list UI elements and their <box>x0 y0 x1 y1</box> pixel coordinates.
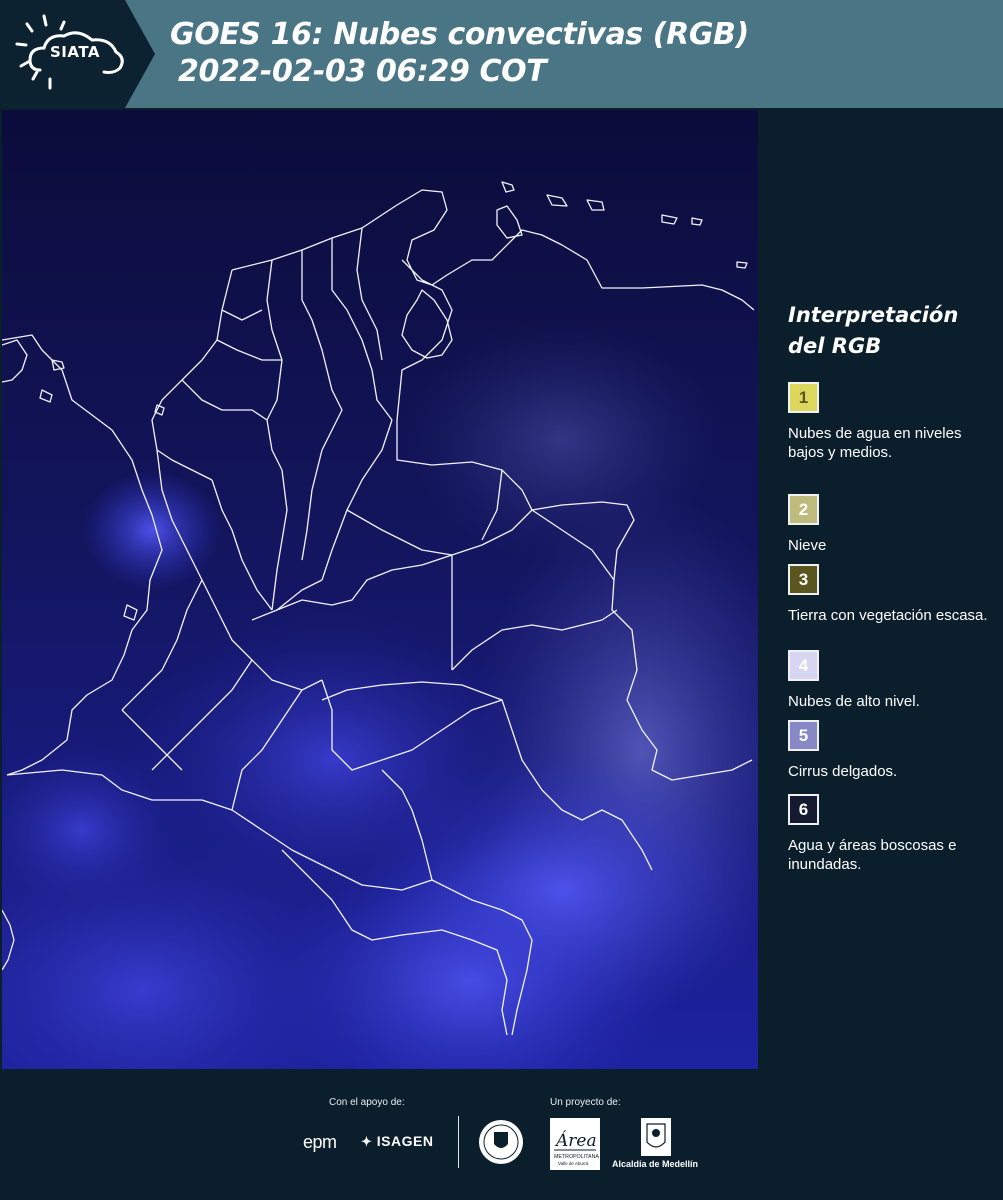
isagen-logo: ✦ ISAGEN <box>361 1133 433 1150</box>
area-logo-text: Área Metropolitana Valle de Aburrá <box>554 1130 600 1151</box>
legend-label: Cirrus delgados. <box>788 763 898 780</box>
cloud-area-central <box>122 610 542 910</box>
area-logo-subtext: METROPOLITANA <box>554 1154 599 1160</box>
legend-item: 1 Nubes de agua en niveles bajos y medios… <box>788 382 988 462</box>
medellin-seal-icon <box>479 1120 523 1164</box>
legend-item: 2 Nieve <box>788 494 988 555</box>
epm-logo: epm <box>303 1132 337 1152</box>
legend-label: Tierra con vegetación escasa. <box>788 607 988 624</box>
legend-label: Nubes de agua en niveles bajos y medios. <box>788 425 962 461</box>
legend-title-line1: Interpretación <box>788 303 959 327</box>
project-label: Un proyecto de: <box>550 1097 621 1108</box>
legend-label: Agua y áreas boscosas e inundadas. <box>788 837 957 873</box>
alcaldia-label: Alcaldía de Medellín <box>612 1159 699 1169</box>
alcaldia-crest-icon <box>641 1118 671 1156</box>
siata-logo: SIATA <box>0 0 160 108</box>
legend-title: Interpretación del RGB <box>788 300 988 362</box>
support-label: Con el apoyo de: <box>329 1097 405 1108</box>
siata-logo-text: SIATA <box>50 43 101 61</box>
legend-swatch: 6 <box>788 794 819 825</box>
area-logo-subtext2: Valle de Aburrá <box>558 1161 589 1166</box>
legend-swatch: 2 <box>788 494 819 525</box>
legend-swatch: 4 <box>788 650 819 681</box>
legend-label: Nubes de alto nivel. <box>788 693 920 710</box>
legend-title-line2: del RGB <box>788 334 882 358</box>
legend-item: 5 Cirrus delgados. <box>788 720 988 781</box>
page-title: GOES 16: Nubes convectivas (RGB) 2022-02… <box>170 16 749 90</box>
satellite-map[interactable] <box>2 110 758 1069</box>
legend-item: 3 Tierra con vegetación escasa. <box>788 564 988 625</box>
isagen-label: ISAGEN <box>376 1133 434 1149</box>
rgb-legend: Interpretación del RGB 1 Nubes de agua en… <box>788 300 988 873</box>
legend-label: Nieve <box>788 537 827 554</box>
cloud-area-venezuela <box>402 320 722 560</box>
isagen-icon: ✦ <box>361 1134 373 1149</box>
footer: Con el apoyo de: Un proyecto de: epm ✦ I… <box>0 1072 1003 1200</box>
legend-swatch: 5 <box>788 720 819 751</box>
footer-divider <box>458 1116 459 1168</box>
title-product: GOES 16: Nubes convectivas (RGB) <box>170 17 749 52</box>
header-bar: SIATA GOES 16: Nubes convectivas (RGB) 2… <box>0 0 1003 108</box>
legend-swatch: 3 <box>788 564 819 595</box>
area-metropolitana-logo: Área Metropolitana Valle de Aburrá METRO… <box>550 1118 600 1170</box>
map-canvas <box>2 110 758 1069</box>
legend-item: 6 Agua y áreas boscosas e inundadas. <box>788 794 988 874</box>
legend-swatch: 1 <box>788 382 819 413</box>
cloud-area-pacific <box>82 470 222 590</box>
legend-item: 4 Nubes de alto nivel. <box>788 650 988 711</box>
title-timestamp: 2022-02-03 06:29 COT <box>178 54 547 89</box>
